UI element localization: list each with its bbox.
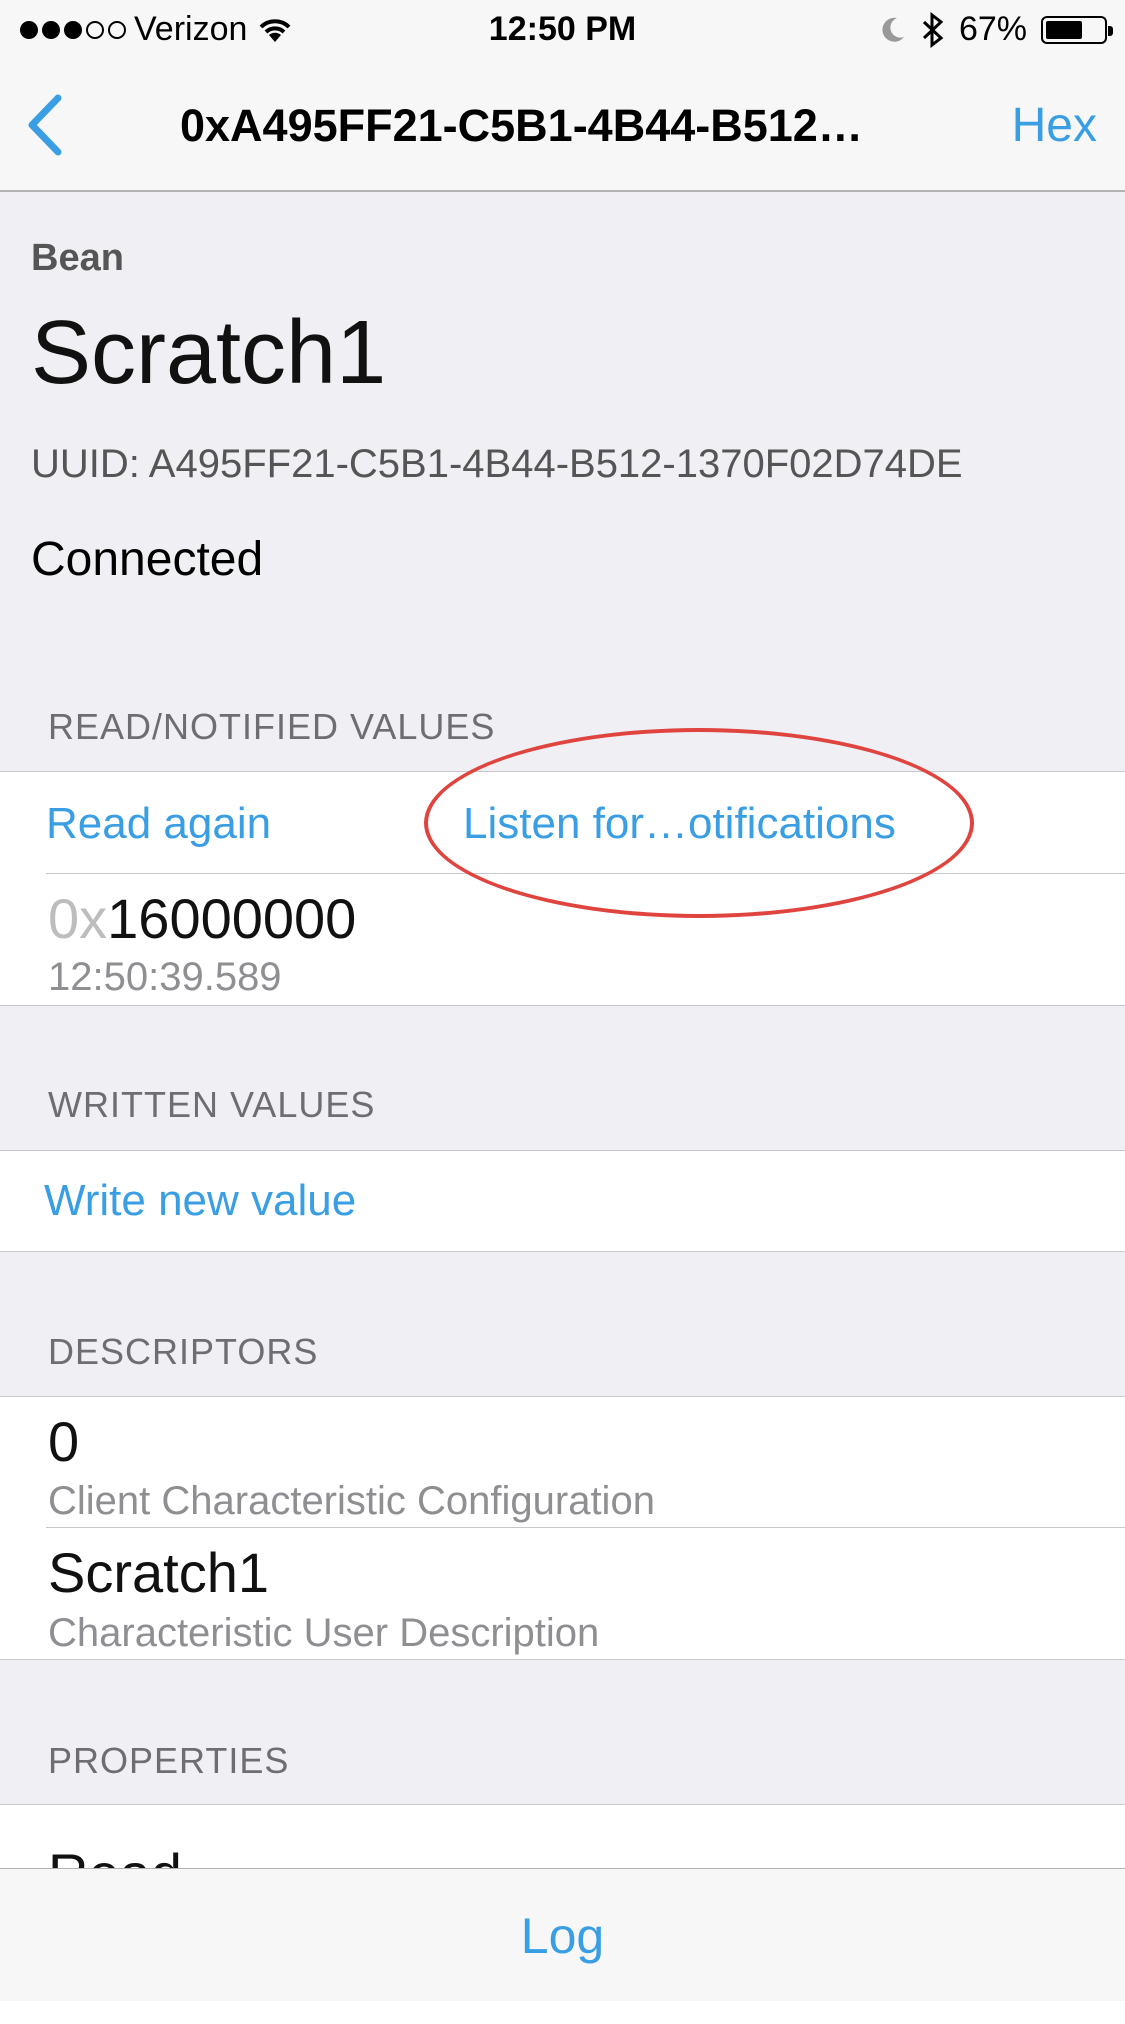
descriptors-group: 0 Client Characteristic Configuration Sc… xyxy=(0,1396,1125,1660)
bluetooth-icon xyxy=(922,11,944,48)
hex-digits: 16000000 xyxy=(107,887,357,950)
write-new-value-button[interactable]: Write new value xyxy=(44,1176,356,1226)
section-header-descriptors: DESCRIPTORS xyxy=(48,1331,319,1372)
descriptor-value: Scratch1 xyxy=(48,1541,269,1604)
characteristic-title: Scratch1 xyxy=(31,303,387,403)
battery-icon xyxy=(1041,15,1113,44)
row-divider xyxy=(46,873,1125,874)
listen-notifications-button[interactable]: Listen for…otifications xyxy=(463,799,896,849)
read-again-button[interactable]: Read again xyxy=(46,799,271,849)
nav-title: 0xA495FF21-C5B1-4B44-B512… xyxy=(180,100,863,151)
hex-prefix: 0x xyxy=(48,887,108,950)
descriptor-label: Client Characteristic Configuration xyxy=(48,1479,655,1523)
battery-percent: 67% xyxy=(958,10,1027,48)
status-right: 67% xyxy=(879,10,1113,49)
bottom-toolbar: Log xyxy=(0,1868,1125,2001)
read-values-group: Read again Listen for…otifications 0x160… xyxy=(0,771,1125,1006)
section-header-written: WRITTEN VALUES xyxy=(48,1084,376,1125)
hex-button[interactable]: Hex xyxy=(1012,98,1097,153)
read-value: 0x16000000 xyxy=(48,886,356,951)
moon-icon xyxy=(882,17,904,42)
read-timestamp: 12:50:39.589 xyxy=(48,955,282,999)
section-header-read: READ/NOTIFIED VALUES xyxy=(48,706,496,747)
descriptor-label: Characteristic User Description xyxy=(48,1611,600,1655)
written-values-group: Write new value xyxy=(0,1150,1125,1252)
navigation-bar: 0xA495FF21-C5B1-4B44-B512… Hex xyxy=(0,60,1125,192)
chevron-left-icon xyxy=(28,94,62,156)
back-button[interactable] xyxy=(20,90,80,160)
connection-status: Connected xyxy=(31,533,264,586)
status-bar: Verizon 12:50 PM 67% xyxy=(0,0,1125,60)
descriptor-value: 0 xyxy=(48,1410,80,1473)
log-button[interactable]: Log xyxy=(0,1907,1125,1965)
service-name: Bean xyxy=(31,237,124,279)
section-header-properties: PROPERTIES xyxy=(48,1740,290,1781)
row-divider xyxy=(46,1527,1125,1528)
uuid-label: UUID: A495FF21-C5B1-4B44-B512-1370F02D74… xyxy=(31,442,963,486)
